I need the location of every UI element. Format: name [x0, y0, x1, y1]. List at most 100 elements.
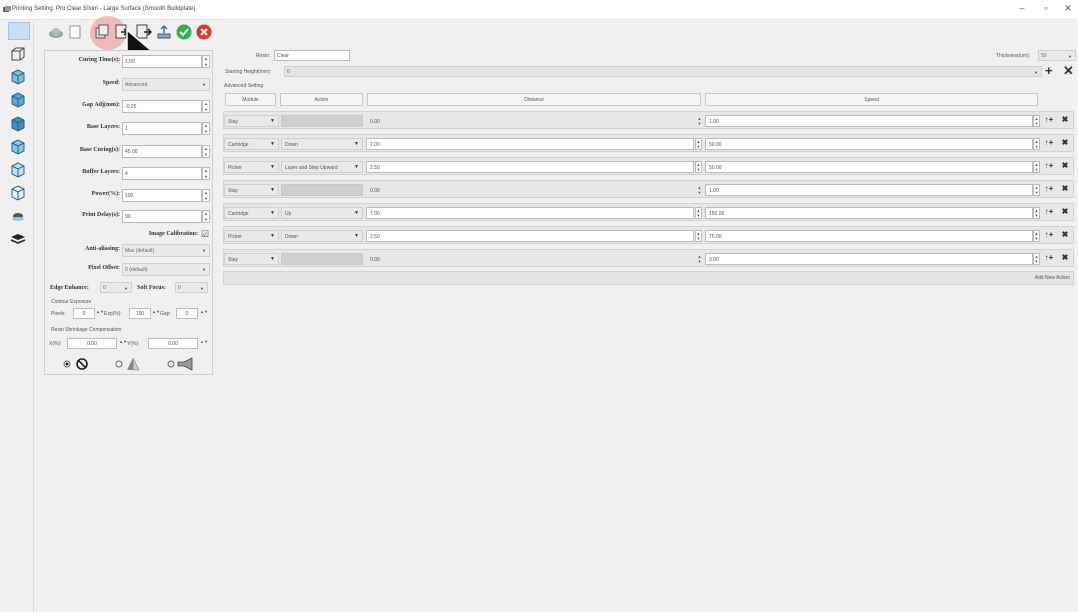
speed-spinner[interactable]: ▲ ▼ [1033, 207, 1040, 219]
print-delay-input[interactable]: 90 [122, 210, 202, 223]
module-select[interactable]: Cartridge ▼ [224, 207, 279, 219]
delete-row-icon[interactable]: ✖ [1060, 161, 1070, 173]
shrinkage-x-input[interactable]: 0.00 [67, 338, 117, 349]
action-header[interactable]: Action [280, 93, 363, 106]
module-select[interactable]: Stay ▼ [224, 115, 279, 127]
add-new-action-button[interactable]: Add New Action [1035, 275, 1070, 281]
shape-icon[interactable] [10, 46, 26, 62]
delete-row-icon[interactable]: ✖ [1060, 115, 1070, 127]
delete-row-icon[interactable]: ✖ [1060, 184, 1070, 196]
add-icon[interactable]: + [1045, 63, 1053, 78]
speed-spinner[interactable]: ▲ ▼ [1033, 115, 1040, 127]
buffer-layers-spinner[interactable]: ▲ ▼ [202, 167, 210, 180]
remove-icon[interactable]: ✕ [1063, 63, 1074, 79]
layer-eye-icon[interactable] [10, 208, 26, 224]
distance-spinner[interactable]: ▲ ▼ [696, 253, 703, 265]
resin-input[interactable]: Clear [274, 50, 350, 61]
distance-spinner[interactable]: ▲ ▼ [695, 161, 702, 173]
speed-input[interactable]: 1.00 [705, 184, 1033, 196]
delete-row-icon[interactable]: ✖ [1060, 207, 1070, 219]
delete-row-icon[interactable]: ✖ [1060, 253, 1070, 265]
action-select[interactable]: Layer and Step Upward ▼ [281, 161, 363, 173]
shrinkage-y-input[interactable]: 0.00 [148, 338, 198, 349]
contour-pixels-input[interactable]: 0 [73, 308, 95, 319]
distance-input[interactable]: 2.50 [366, 161, 694, 173]
edge-enhance-select[interactable]: 0 ▼ [100, 282, 132, 293]
gap-adj-spinner[interactable]: ▲ ▼ [202, 100, 210, 113]
distance-spinner[interactable]: ▲ ▼ [695, 138, 702, 150]
distance-spinner[interactable]: ▲ ▼ [696, 184, 703, 196]
distance-spinner[interactable]: ▲ ▼ [696, 115, 703, 127]
power-spinner[interactable]: ▲ ▼ [202, 189, 210, 202]
cube-icon-5[interactable] [10, 162, 26, 178]
shrinkage-x-spinner[interactable]: ▲▼ [119, 339, 127, 344]
speed-input[interactable]: 1.00 [705, 115, 1033, 127]
action-select[interactable]: Down ▼ [281, 230, 363, 242]
speed-input[interactable]: 50.00 [705, 138, 1033, 150]
cube-icon-6[interactable] [10, 185, 26, 201]
delete-row-icon[interactable]: ✖ [1060, 230, 1070, 242]
contour-exp-input[interactable]: 100 [129, 308, 151, 319]
contour-gap-input[interactable]: 0 [176, 308, 198, 319]
base-layers-spinner[interactable]: ▲ ▼ [202, 122, 210, 135]
action-select[interactable]: Up ▼ [281, 207, 363, 219]
soft-focus-select[interactable]: 0 ▼ [175, 282, 208, 293]
module-select[interactable]: Stay ▼ [224, 184, 279, 196]
curing-time-spinner[interactable]: ▲ ▼ [202, 55, 210, 68]
delete-row-icon[interactable]: ✖ [1060, 138, 1070, 150]
module-select[interactable]: Cartridge ▼ [224, 138, 279, 150]
speed-spinner[interactable]: ▲ ▼ [1033, 161, 1040, 173]
speed-spinner[interactable]: ▲ ▼ [1033, 184, 1040, 196]
cube-icon-4[interactable] [10, 139, 26, 155]
radio-projector-option[interactable] [167, 357, 197, 371]
speed-select[interactable]: Advanced ▼ [122, 78, 210, 91]
thickness-select[interactable]: 50 ▼ [1038, 50, 1076, 61]
radio-none-option[interactable] [63, 357, 93, 371]
module-select[interactable]: Stay ▼ [224, 253, 279, 265]
insert-row-icon[interactable]: ↑+ [1044, 184, 1054, 196]
layers-icon[interactable] [10, 231, 26, 247]
speed-input[interactable]: 150.00 [705, 207, 1033, 219]
base-curing-spinner[interactable]: ▲ ▼ [202, 145, 210, 158]
insert-row-icon[interactable]: ↑+ [1044, 161, 1054, 173]
new-file-icon[interactable] [67, 24, 83, 40]
distance-input[interactable]: 0.00 [366, 115, 698, 127]
base-curing-input[interactable]: 45.00 [122, 145, 202, 158]
distance-input[interactable]: 0.00 [366, 184, 698, 196]
minimize-button[interactable]: – [1014, 3, 1030, 17]
maximize-button[interactable]: ▫ [1038, 3, 1054, 17]
power-input[interactable]: 100 [122, 189, 202, 202]
copy-icon[interactable] [94, 24, 110, 40]
image-calibration-checkbox[interactable]: ☑ [201, 229, 209, 240]
insert-row-icon[interactable]: ↑+ [1044, 230, 1054, 242]
distance-input[interactable]: 2.50 [366, 230, 694, 242]
pixel-offset-select[interactable]: 0 (default) ▼ [122, 263, 210, 276]
insert-row-icon[interactable]: ↑+ [1044, 253, 1054, 265]
distance-header[interactable]: Distance [367, 93, 701, 106]
sidebar-selected-item[interactable] [8, 22, 30, 40]
speed-spinner[interactable]: ▲ ▼ [1033, 138, 1040, 150]
contour-pixels-spinner[interactable]: ▲▼ [96, 309, 104, 314]
print-delay-spinner[interactable]: ▲ ▼ [202, 210, 210, 223]
buffer-layers-input[interactable]: 4 [122, 167, 202, 180]
cube-icon-1[interactable] [10, 69, 26, 85]
curing-time-input[interactable]: 1.50 [122, 55, 202, 68]
module-select[interactable]: Picker ▼ [224, 161, 279, 173]
insert-row-icon[interactable]: ↑+ [1044, 207, 1054, 219]
insert-row-icon[interactable]: ↑+ [1044, 115, 1054, 127]
module-select[interactable]: Picker ▼ [224, 230, 279, 242]
cube-icon-2[interactable] [10, 92, 26, 108]
anti-aliasing-select[interactable]: Max (default) ▼ [122, 244, 210, 257]
starting-height-select[interactable]: 0 ▼ [284, 66, 1042, 77]
speed-spinner[interactable]: ▲ ▼ [1033, 253, 1040, 265]
speed-header[interactable]: Speed [705, 93, 1038, 106]
contour-exp-spinner[interactable]: ▲▼ [152, 309, 160, 314]
contour-gap-spinner[interactable]: ▲▼ [200, 309, 208, 314]
module-header[interactable]: Module [225, 93, 276, 106]
distance-input[interactable]: 0.00 [366, 253, 698, 265]
radio-gradient-option[interactable] [115, 357, 145, 371]
base-layers-input[interactable]: 1 [122, 122, 202, 135]
distance-input[interactable]: 7.00 [366, 207, 694, 219]
cancel-icon[interactable] [196, 24, 212, 40]
distance-spinner[interactable]: ▲ ▼ [695, 207, 702, 219]
